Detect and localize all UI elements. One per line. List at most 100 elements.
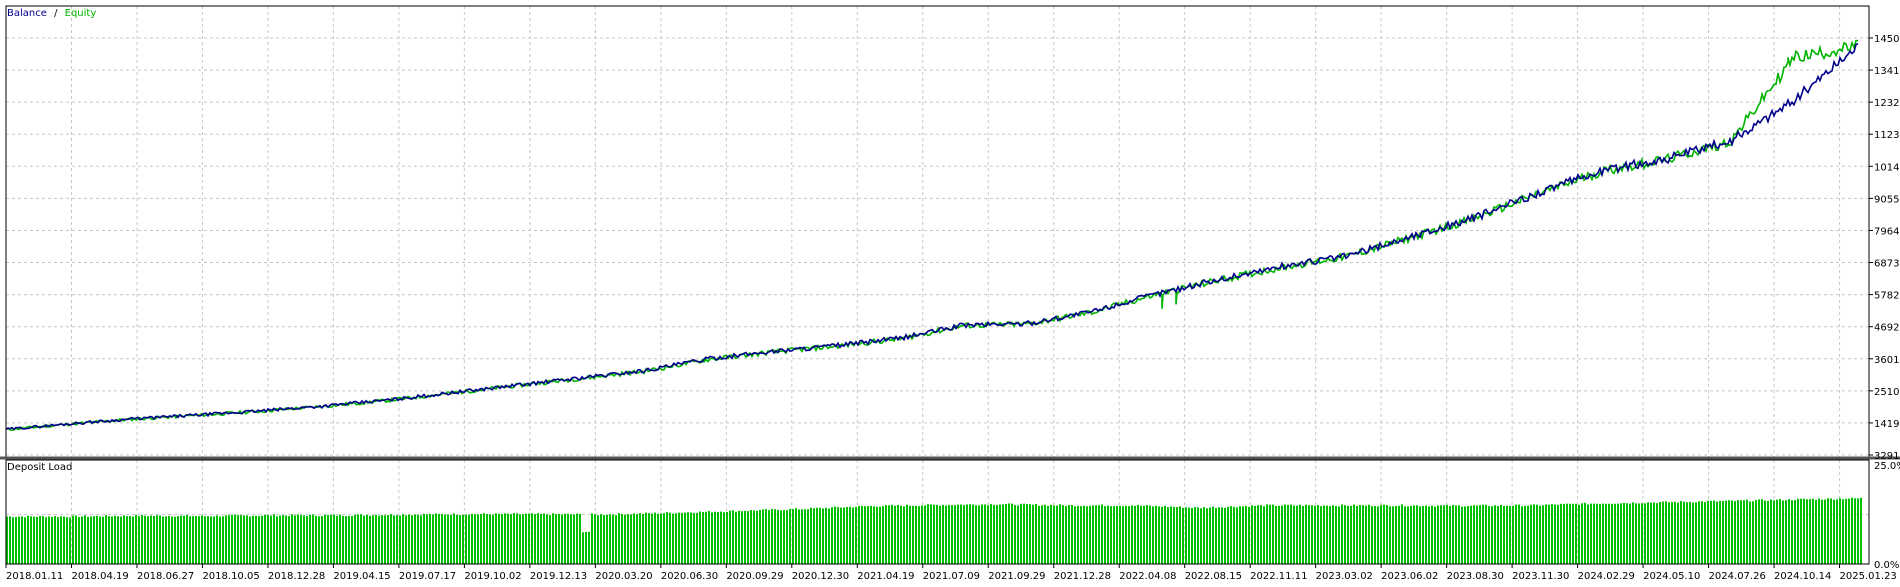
deposit-load-bar [594,514,596,564]
deposit-load-bar [1245,506,1247,564]
x-tick-label: 2024.07.26 [1709,571,1766,582]
deposit-load-bar [339,514,341,564]
deposit-load-bar [1221,507,1223,564]
deposit-load-bar [93,516,95,564]
deposit-load-bar [294,515,296,564]
deposit-load-bar [231,514,233,564]
deposit-load-bar [1071,504,1073,564]
deposit-load-bar [831,507,833,564]
deposit-load-bar [1536,504,1538,564]
x-tick-label: 2024.02.29 [1578,571,1635,582]
deposit-load-bar [1782,500,1784,564]
deposit-load-bar [789,508,791,564]
deposit-load-bar [147,516,149,564]
deposit-load-bar [597,515,599,564]
deposit-load-bar [720,511,722,564]
deposit-load-bar [183,515,185,564]
deposit-load-bar [1248,506,1250,564]
deposit-load-bar [114,515,116,564]
deposit-load-bar [1854,498,1856,564]
deposit-load-bar [891,504,893,564]
deposit-load-bar [1428,506,1430,564]
deposit-load-bar [1671,502,1673,564]
deposit-load-bar [1857,498,1859,564]
deposit-load-bar [225,515,227,564]
y-tick-label: 79643 [1874,226,1900,237]
deposit-load-bar [1122,506,1124,564]
deposit-load-bar [1548,504,1550,564]
deposit-load-bar [498,513,500,564]
deposit-load-bar [1641,503,1643,564]
deposit-load-bar [714,511,716,564]
deposit-load-bar [177,516,179,564]
deposit-load-bar [1083,505,1085,564]
deposit-load-bar [300,515,302,564]
deposit-load-bar [609,514,611,564]
deposit-y-tick-label: 25.0% [1874,461,1900,472]
deposit-load-bar [666,512,668,564]
deposit-load-bar [492,514,494,564]
deposit-load-bar [816,507,818,564]
deposit-load-bar [1752,501,1754,564]
x-tick-label: 2022.04.08 [1119,571,1176,582]
deposit-load-bar [918,506,920,564]
deposit-load-bar [1659,502,1661,564]
deposit-load-bar [1575,503,1577,564]
deposit-load-bar [1443,505,1445,564]
deposit-load-bar [1758,499,1760,564]
deposit-load-bar [867,506,869,564]
deposit-load-bar [1527,505,1529,564]
deposit-load-bar [1350,505,1352,564]
deposit-load-bar [1062,505,1064,564]
deposit-load-bar [1719,500,1721,564]
deposit-load-bar [1644,503,1646,564]
x-tick-label: 2025.01.23 [1840,571,1897,582]
deposit-load-bar [1569,503,1571,564]
deposit-load-bar [1851,497,1853,564]
deposit-load-bar [894,505,896,564]
deposit-load-bar [363,515,365,564]
deposit-load-bar [1629,503,1631,564]
deposit-load-bar [1395,506,1397,564]
deposit-load-bar [1239,506,1241,564]
deposit-load-bar [1149,505,1151,564]
deposit-load-bar [1824,499,1826,564]
deposit-load-bar [204,516,206,564]
deposit-load-bar [1170,506,1172,564]
deposit-load-bar [27,515,29,564]
deposit-load-bar [1779,498,1781,564]
deposit-load-bar [1146,505,1148,564]
deposit-load-bar [1023,503,1025,564]
deposit-load-bar [573,514,575,564]
deposit-load-bar [360,514,362,564]
deposit-load-bar [1737,500,1739,564]
deposit-load-bar [1473,505,1475,564]
deposit-load-bar [495,513,497,564]
deposit-load-bar [1650,502,1652,564]
deposit-load-bar [1323,505,1325,564]
deposit-load-bar [1806,499,1808,564]
y-tick-label: 36013 [1874,355,1900,366]
deposit-load-bar [480,514,482,564]
deposit-load-bar [1728,500,1730,564]
deposit-load-bar [948,504,950,564]
deposit-load-bar [849,506,851,564]
deposit-load-bar [1401,504,1403,564]
deposit-y-tick-label: 0.0% [1874,560,1899,571]
deposit-load-bar [1407,506,1409,564]
deposit-load-bar [1668,502,1670,564]
deposit-load-bar [711,512,713,564]
deposit-load-bar [192,516,194,564]
deposit-load-bar [1740,500,1742,564]
deposit-load-bar [84,515,86,564]
deposit-load-bar [1014,505,1016,564]
deposit-load-bar [384,515,386,564]
deposit-load-bar [441,514,443,564]
deposit-load-bar [1803,498,1805,564]
deposit-load-bar [150,515,152,564]
deposit-load-bar [153,515,155,564]
deposit-load-bar [1056,505,1058,564]
deposit-load-bar [744,510,746,564]
deposit-load-bar [54,516,56,564]
deposit-load-bar [1065,506,1067,564]
